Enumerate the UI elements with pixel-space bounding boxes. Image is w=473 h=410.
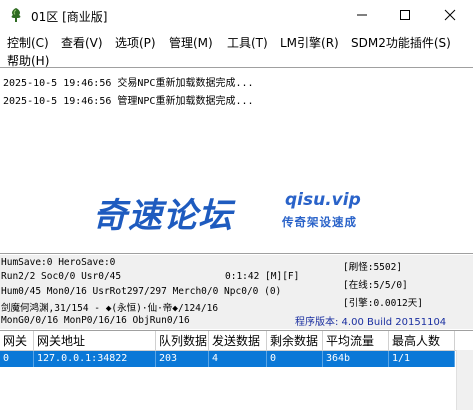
menu-options[interactable]: 选项(P) <box>115 34 156 51</box>
status-panel: HumSave:0 HeroSave:0 Run2/2 Soc0/0 Usr0/… <box>0 255 473 329</box>
status-engine: [引擎:0.0012天] <box>343 298 423 309</box>
menu-sdm2-plugins[interactable]: SDM2功能插件(S) <box>351 34 451 51</box>
close-icon <box>444 9 456 21</box>
version-label: 程序版本: 4.00 Build 20151104 <box>295 317 447 328</box>
menu-manage[interactable]: 管理(M) <box>169 34 213 51</box>
maximize-button[interactable] <box>383 0 427 30</box>
close-button[interactable] <box>428 0 472 30</box>
column-header[interactable]: 平均流量 <box>323 331 389 351</box>
status-npc: 剑魔何鸿渊,31/154 - ◆(永恒)·仙·帝◆/124/16 <box>1 303 219 314</box>
menu-tools[interactable]: 工具(T) <box>227 34 268 51</box>
watermark-logo: 奇速论坛 qisu.vip 传奇架设速成 <box>93 188 383 236</box>
column-header[interactable]: 网关地址 <box>34 331 156 351</box>
status-hum: Hum0/45 Mon0/16 UsrRot297/297 Merch0/0 N… <box>1 286 282 297</box>
status-mon: MonG0/0/16 MonP0/16/16 ObjRun0/16 <box>1 315 190 326</box>
maximize-icon <box>400 10 410 20</box>
table-cell: 127.0.0.1:34822 <box>34 351 156 367</box>
table-cell: 0 <box>0 351 34 367</box>
table-cell: 203 <box>156 351 209 367</box>
menu-view[interactable]: 查看(V) <box>61 34 103 51</box>
column-header[interactable]: 最高人数 <box>389 331 455 351</box>
status-time: 0:1:42 [M][F] <box>225 271 300 282</box>
table-row[interactable]: 0 127.0.0.1:34822 203 4 0 364b 1/1 <box>0 351 455 367</box>
watermark-subtitle: 传奇架设速成 <box>282 215 357 229</box>
table-cell: 4 <box>209 351 267 367</box>
column-header[interactable]: 剩余数据 <box>267 331 323 351</box>
status-run: Run2/2 Soc0/0 Usr0/45 <box>1 271 122 282</box>
vertical-scrollbar[interactable] <box>456 350 473 410</box>
table-header: 网关 网关地址 队列数据 发送数据 剩余数据 平均流量 最高人数 <box>0 331 473 351</box>
title-bar: 01区 [商业版] <box>0 0 473 30</box>
table-cell: 1/1 <box>389 351 455 367</box>
log-line: 2025-10-5 19:46:56 管理NPC重新加载数据完成... <box>3 96 254 107</box>
watermark-domain: qisu.vip <box>285 190 361 210</box>
gateway-table[interactable]: 网关 网关地址 队列数据 发送数据 剩余数据 平均流量 最高人数 0 127.0… <box>0 330 473 410</box>
tree-app-icon <box>8 7 24 23</box>
status-online: [在线:5/5/0] <box>343 280 408 291</box>
column-header[interactable]: 队列数据 <box>156 331 209 351</box>
table-cell: 364b <box>323 351 389 367</box>
window-title: 01区 [商业版] <box>31 10 108 24</box>
table-cell: 0 <box>267 351 323 367</box>
menu-bar: 控制(C) 查看(V) 选项(P) 管理(M) 工具(T) LM引擎(R) SD… <box>0 31 473 68</box>
status-refresh: [刷怪:5502] <box>343 262 403 273</box>
menu-control[interactable]: 控制(C) <box>7 34 49 51</box>
minimize-button[interactable] <box>340 0 384 30</box>
log-line: 2025-10-5 19:46:56 交易NPC重新加载数据完成... <box>3 78 254 89</box>
watermark-title: 奇速论坛 <box>93 196 233 236</box>
status-humsave: HumSave:0 HeroSave:0 <box>1 257 116 268</box>
column-header[interactable]: 发送数据 <box>209 331 267 351</box>
minimize-icon <box>357 14 367 16</box>
menu-lm-engine[interactable]: LM引擎(R) <box>280 34 339 51</box>
column-header[interactable]: 网关 <box>0 331 34 351</box>
